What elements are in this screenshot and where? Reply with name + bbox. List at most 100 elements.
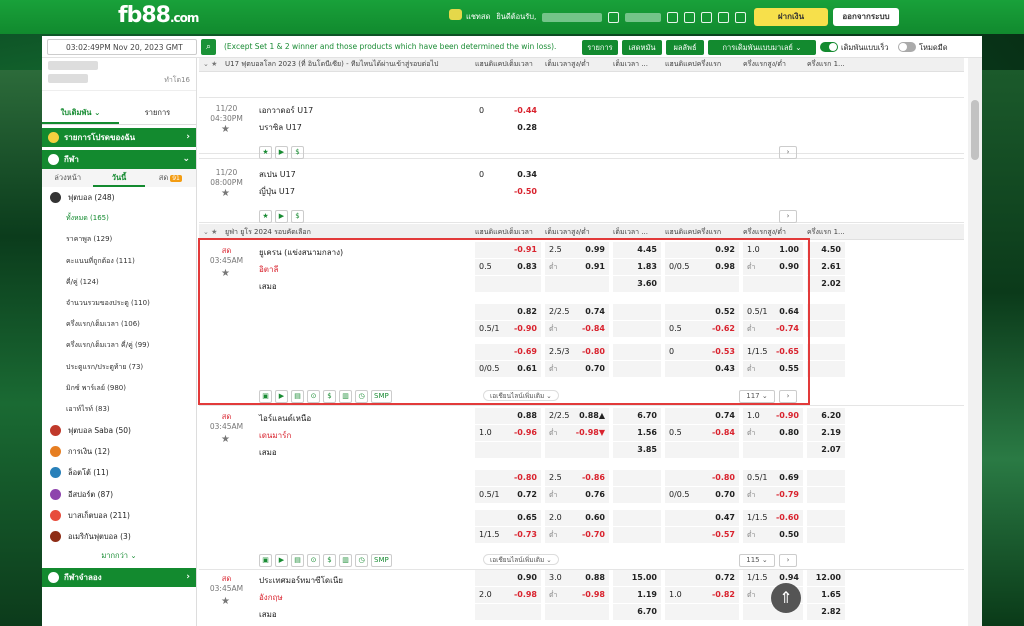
odds-value[interactable]: 2.82: [821, 604, 841, 620]
play-icon[interactable]: ▶: [275, 389, 288, 403]
odds-cell[interactable]: [807, 527, 845, 543]
odds-value[interactable]: -0.57: [712, 527, 735, 543]
odds-value[interactable]: 0.28: [517, 120, 537, 136]
odds-value[interactable]: -0.44: [514, 103, 537, 119]
odds-cell[interactable]: 0.5/1 0.72: [475, 487, 541, 503]
odds-cell[interactable]: ต่ำ 0.76: [545, 487, 609, 503]
odds-cell[interactable]: 1.65: [807, 587, 845, 603]
odds-value[interactable]: 0.88: [585, 570, 605, 586]
odds-value[interactable]: 6.20: [821, 408, 841, 424]
menu-icon[interactable]: [735, 11, 747, 23]
dollar-icon[interactable]: $: [291, 145, 304, 159]
favorite-star-icon[interactable]: ★: [221, 268, 230, 279]
odds-cell[interactable]: 2.82: [807, 604, 845, 620]
odds-value[interactable]: -0.82: [712, 587, 735, 603]
scrollbar-thumb[interactable]: [971, 100, 979, 160]
odds-value[interactable]: 0.88▲: [579, 408, 605, 424]
odds-value[interactable]: -0.84: [712, 425, 735, 441]
away-team[interactable]: บราซิล U17: [259, 121, 302, 134]
tab-betslip[interactable]: ใบเดิมพัน ⌄: [42, 101, 119, 124]
odds-value[interactable]: -0.60: [776, 510, 799, 526]
odds-cell[interactable]: 2.0 0.60: [545, 510, 609, 526]
odds-cell[interactable]: 1.56: [613, 425, 661, 441]
odds-value[interactable]: -0.84: [582, 321, 605, 337]
odds-cell[interactable]: 6.70: [613, 408, 661, 424]
odds-cell[interactable]: [545, 276, 609, 292]
sidebar-sub-item[interactable]: คี่/คู่ (124): [42, 272, 196, 293]
odds-value[interactable]: 1.19: [637, 587, 657, 603]
odds-value[interactable]: 0.74: [715, 408, 735, 424]
odds-value[interactable]: 0.72: [715, 570, 735, 586]
bet-type-select[interactable]: การเดิมพันแบบมาเลย์ ⌄: [708, 40, 816, 55]
odds-cell[interactable]: 6.70: [613, 604, 661, 620]
sidebar-item-sport[interactable]: การเงิน (12): [42, 441, 196, 462]
odds-cell[interactable]: 0 0.34: [475, 167, 541, 183]
odds-cell[interactable]: [613, 470, 661, 486]
odds-cell[interactable]: -0.80: [475, 470, 541, 486]
odds-value[interactable]: 0.47: [715, 510, 735, 526]
sidebar-sub-item[interactable]: เอาท์ไรท์ (83): [42, 399, 196, 420]
odds-cell[interactable]: 3.0 0.88: [545, 570, 609, 586]
favorite-star-icon[interactable]: ★: [221, 124, 230, 135]
odds-cell[interactable]: 1/1.5 -0.73: [475, 527, 541, 543]
odds-value[interactable]: 0.74: [585, 304, 605, 320]
odds-value[interactable]: -0.79: [776, 487, 799, 503]
odds-value[interactable]: 4.50: [821, 242, 841, 258]
odds-cell[interactable]: 0/0.5 0.70: [665, 487, 739, 503]
odds-value[interactable]: 4.45: [637, 242, 657, 258]
favorite-star-icon[interactable]: ★: [221, 434, 230, 445]
chat-icon[interactable]: [449, 9, 462, 20]
odds-value[interactable]: 0.69: [779, 470, 799, 486]
dollar-icon[interactable]: $: [291, 209, 304, 223]
odds-cell[interactable]: 4.45: [613, 242, 661, 258]
odds-cell[interactable]: 0.72: [665, 570, 739, 586]
odds-value[interactable]: 0.50: [779, 527, 799, 543]
quick-bet-toggle[interactable]: [820, 42, 838, 52]
clock-icon[interactable]: ◷: [355, 389, 368, 403]
sidebar-sub-item[interactable]: ครึ่งแรก/เต็มเวลา (106): [42, 314, 196, 335]
market-count-select[interactable]: 115 ⌄: [739, 554, 775, 567]
odds-cell[interactable]: 1.0 -0.82: [665, 587, 739, 603]
smp-button[interactable]: SMP: [371, 553, 392, 567]
odds-cell[interactable]: 4.50: [807, 242, 845, 258]
sidebar-sub-item[interactable]: ทั้งหมด (165): [42, 208, 196, 229]
odds-value[interactable]: 0.70: [585, 361, 605, 377]
odds-cell[interactable]: [807, 304, 845, 320]
start-button[interactable]: เสดหมัน: [622, 40, 662, 55]
odds-value[interactable]: 1.65: [821, 587, 841, 603]
home-team[interactable]: สเปน U17: [259, 168, 296, 181]
play-icon[interactable]: ▶: [275, 209, 288, 223]
odds-value[interactable]: -0.96: [514, 425, 537, 441]
odds-value[interactable]: -0.91: [514, 242, 537, 258]
odds-cell[interactable]: 0.5/1 0.69: [743, 470, 803, 486]
away-team[interactable]: อิตาลี: [259, 263, 278, 276]
odds-cell[interactable]: 0.43: [665, 361, 739, 377]
odds-cell[interactable]: 1.19: [613, 587, 661, 603]
odds-cell[interactable]: [807, 361, 845, 377]
home-team[interactable]: ประเทศมอร์ทมาซีโดเนีย: [259, 574, 343, 587]
odds-value[interactable]: 0.43: [715, 361, 735, 377]
odds-cell[interactable]: ต่ำ -0.74: [743, 321, 803, 337]
odds-cell[interactable]: 15.00: [613, 570, 661, 586]
result-button[interactable]: ผลลัพธ์: [666, 40, 704, 55]
odds-value[interactable]: 0.90: [779, 259, 799, 275]
coin-icon[interactable]: ⊙: [307, 389, 320, 403]
collapse-chevron-icon[interactable]: ⌄ ★: [203, 224, 217, 240]
odds-cell[interactable]: 0.52: [665, 304, 739, 320]
odds-cell[interactable]: -0.50: [475, 184, 541, 200]
odds-cell[interactable]: 1.0 1.00: [743, 242, 803, 258]
home-team[interactable]: ยูเครน (แข่งสนามกลาง): [259, 246, 343, 259]
clock-icon[interactable]: ◷: [355, 553, 368, 567]
odds-cell[interactable]: 3.85: [613, 442, 661, 458]
odds-cell[interactable]: [613, 344, 661, 360]
odds-cell[interactable]: 0 -0.53: [665, 344, 739, 360]
odds-cell[interactable]: [807, 510, 845, 526]
odds-cell[interactable]: [613, 361, 661, 377]
odds-cell[interactable]: 0.82: [475, 304, 541, 320]
odds-value[interactable]: 0.61: [517, 361, 537, 377]
smp-button[interactable]: SMP: [371, 389, 392, 403]
home-team[interactable]: ไอร์แลนด์เหนือ: [259, 412, 311, 425]
odds-cell[interactable]: [475, 604, 541, 620]
odds-value[interactable]: 2.61: [821, 259, 841, 275]
odds-value[interactable]: 6.70: [637, 604, 657, 620]
